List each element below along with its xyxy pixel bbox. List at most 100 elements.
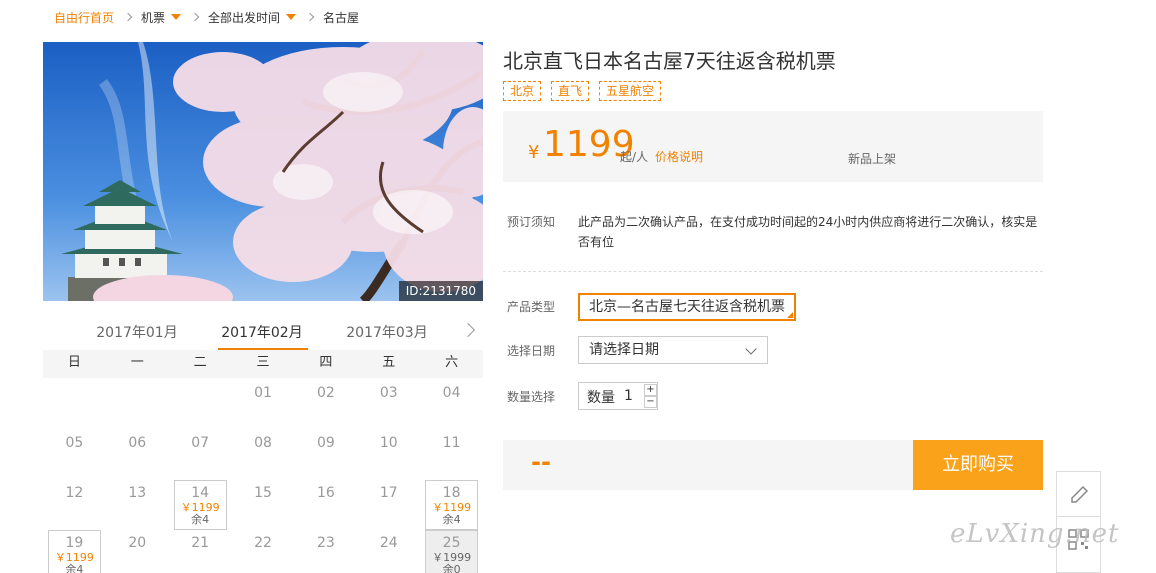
site-watermark: eLvXing.net [950, 519, 1120, 549]
day-number: 02 [316, 385, 335, 401]
calendar-day: 10 [357, 428, 420, 478]
buy-now-button[interactable]: 立即购买 [913, 440, 1043, 490]
product-tag: 五星航空 [599, 81, 662, 101]
weekday-label: 二 [193, 355, 207, 370]
breadcrumb-flights-dropdown[interactable]: 机票 [141, 9, 182, 26]
calendar-day: 08 [232, 428, 295, 478]
caret-down-icon [286, 14, 297, 20]
calendar-day-available[interactable]: 18 ￥1199 余4 [420, 478, 483, 530]
day-number: 05 [65, 435, 84, 451]
calendar-grid: 01 02 03 04 05 06 07 08 09 10 11 12 13 14 ￥1199 余4 15 16 1… [43, 378, 483, 573]
day-number: 21 [191, 535, 210, 551]
calendar-day: 11 [420, 428, 483, 478]
day-number: 03 [379, 385, 398, 401]
price-panel: ¥ 1199 起/人 价格说明 新品上架 [503, 111, 1043, 182]
chevron-right-icon[interactable] [460, 322, 476, 338]
day-remaining: 余4 [65, 563, 84, 573]
date-select[interactable]: 请选择日期 [578, 336, 768, 364]
calendar-day-available[interactable]: 14 ￥1199 余4 [169, 478, 232, 530]
calendar-day: 13 [106, 478, 169, 528]
notice-label: 预订须知 [507, 215, 556, 229]
chevron-down-icon [745, 343, 757, 355]
day-number: 09 [316, 435, 335, 451]
calendar-day: 23 [294, 528, 357, 573]
castle-cherry-blossom-illustration [43, 42, 483, 301]
product-tags: 北京 直飞 五星航空 [503, 81, 662, 101]
product-type-value: 北京—名古屋七天往返含税机票 [589, 299, 785, 315]
price-unit: 起/人 [620, 150, 649, 164]
caret-down-icon [171, 14, 182, 20]
calendar-week-row: 01 02 03 04 [43, 378, 483, 428]
breadcrumb-departure-dropdown[interactable]: 全部出发时间 [208, 9, 297, 26]
calendar-day [43, 378, 106, 428]
divider [503, 271, 1043, 272]
tab-month-prev[interactable]: 2017年01月 [92, 322, 182, 342]
day-number: 22 [254, 535, 272, 551]
product-title: 北京直飞日本名古屋7天往返含税机票 [503, 49, 836, 73]
calendar-week-row: 19 ￥1199 余4 20 21 22 23 24 25 ￥1999 余0 [43, 528, 483, 573]
weekday-label: 日 [67, 355, 81, 370]
day-remaining: 余4 [442, 513, 461, 526]
chevron-right-icon [190, 12, 200, 22]
total-price-bar: -- [503, 440, 913, 490]
day-number: 23 [316, 535, 335, 551]
calendar-day: 24 [357, 528, 420, 573]
total-price: -- [531, 448, 551, 476]
date-select-value: 请选择日期 [589, 342, 659, 358]
calendar-day-available[interactable]: 19 ￥1199 余4 [43, 528, 106, 573]
calendar-day: 04 [420, 378, 483, 428]
date-label: 选择日期 [507, 344, 556, 358]
product-photo: ID:2131780 [43, 42, 483, 301]
calendar-day: 01 [232, 378, 295, 428]
day-number: 20 [128, 535, 147, 551]
product-tag: 直飞 [551, 81, 590, 101]
product-id-badge: ID:2131780 [398, 281, 483, 301]
day-number: 08 [254, 435, 272, 451]
quantity-value[interactable]: 1 [624, 388, 633, 404]
weekday-label: 六 [445, 355, 459, 370]
weekday-label: 五 [382, 355, 396, 370]
day-number: 06 [128, 435, 147, 451]
calendar-day-available: 25 ￥1999 余0 [420, 528, 483, 573]
feedback-button[interactable] [1057, 472, 1100, 517]
quantity-increase-button[interactable]: + [644, 384, 657, 396]
currency-symbol: ¥ [528, 142, 540, 163]
calendar-day: 22 [232, 528, 295, 573]
calendar-day: 06 [106, 428, 169, 478]
calendar-day: 16 [294, 478, 357, 528]
breadcrumb-current: 名古屋 [323, 10, 360, 25]
notice-text: 此产品为二次确认产品，在支付成功时间起的24小时内供应商将进行二次确认，核实是否… [578, 215, 1038, 249]
quantity-stepper: 数量 1 + − [578, 382, 658, 410]
calendar-week-row: 12 13 14 ￥1199 余4 15 16 17 18 ￥1199 余4 [43, 478, 483, 530]
day-number: 13 [128, 485, 147, 501]
price-explanation-link[interactable]: 价格说明 [655, 148, 703, 165]
calendar-day: 09 [294, 428, 357, 478]
calendar-day [169, 378, 232, 428]
day-number: 07 [191, 435, 210, 451]
day-number: 17 [379, 485, 398, 501]
product-type-label: 产品类型 [507, 300, 556, 314]
month-tabs: 2017年01月 2017年02月 2017年03月 [43, 316, 483, 352]
pencil-icon [1071, 485, 1089, 503]
new-product-label: 新品上架 [848, 152, 897, 166]
day-number: 11 [442, 435, 461, 451]
product-type-option[interactable]: 北京—名古屋七天往返含税机票 [578, 293, 796, 321]
tab-month-next[interactable]: 2017年03月 [342, 322, 432, 342]
breadcrumb-flights-label: 机票 [141, 10, 166, 25]
tab-month-current[interactable]: 2017年02月 [217, 322, 307, 342]
day-number: 16 [316, 485, 335, 501]
quantity-decrease-button[interactable]: − [644, 396, 657, 408]
calendar-day: 02 [294, 378, 357, 428]
day-remaining: 余4 [191, 513, 210, 526]
product-tag: 北京 [503, 81, 542, 101]
day-remaining: 余0 [442, 563, 461, 573]
day-number: 15 [254, 485, 272, 501]
day-number: 10 [379, 435, 398, 451]
calendar-week-row: 05 06 07 08 09 10 11 [43, 428, 483, 478]
day-number: 24 [379, 535, 398, 551]
chevron-right-icon [123, 12, 133, 22]
calendar-weekday-header: 日 一 二 三 四 五 六 [43, 350, 483, 378]
calendar-day: 20 [106, 528, 169, 573]
breadcrumb-home-link[interactable]: 自由行首页 [54, 9, 114, 26]
calendar-day: 15 [232, 478, 295, 528]
